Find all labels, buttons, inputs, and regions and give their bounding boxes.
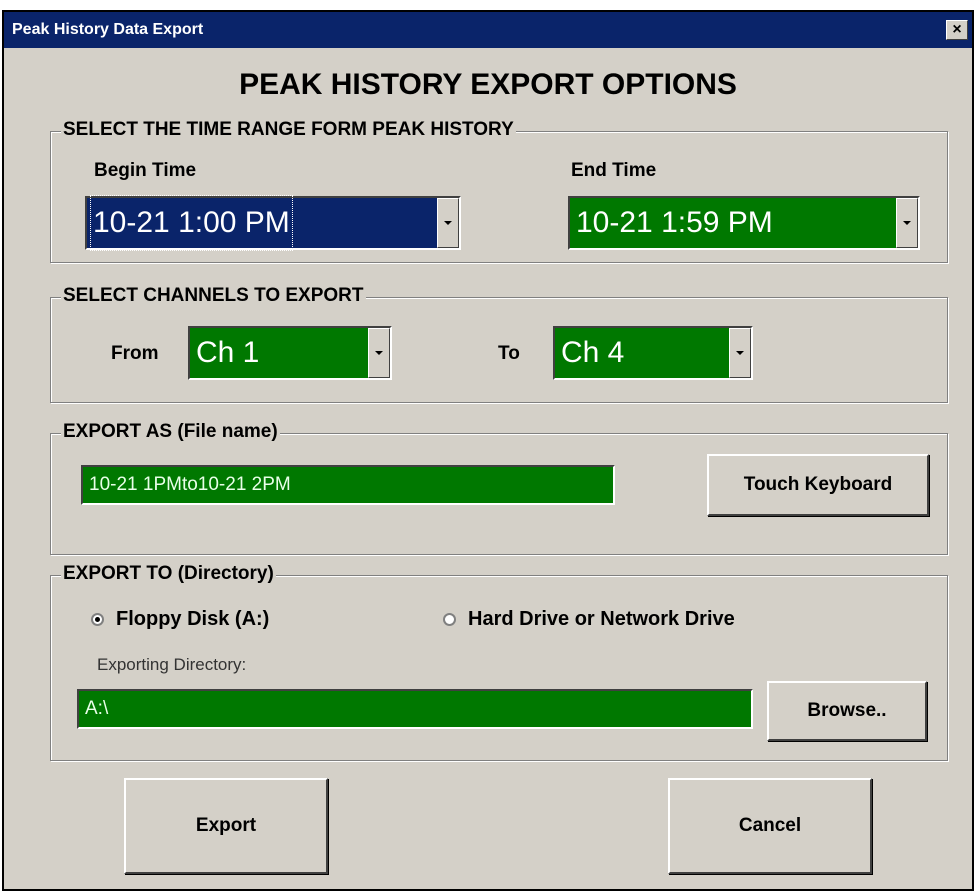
hard-drive-option[interactable]: Hard Drive or Network Drive <box>443 608 735 631</box>
to-channel-select[interactable]: Ch 4 <box>553 326 753 380</box>
from-channel-value: Ch 1 <box>196 336 260 369</box>
to-channel-value: Ch 4 <box>561 336 625 369</box>
begin-time-value: 10-21 1:00 PM <box>90 195 293 251</box>
cancel-button[interactable]: Cancel <box>668 778 872 874</box>
time-range-group-label: SELECT THE TIME RANGE FORM PEAK HISTORY <box>61 119 516 141</box>
end-time-dropdown-button[interactable] <box>896 198 918 248</box>
end-time-select[interactable]: 10-21 1:59 PM <box>568 196 920 250</box>
window-title: Peak History Data Export <box>12 21 204 38</box>
from-channel-dropdown-button[interactable] <box>368 328 390 378</box>
export-to-group: EXPORT TO (Directory) Floppy Disk (A:) H… <box>50 563 948 761</box>
browse-button[interactable]: Browse.. <box>767 681 927 741</box>
begin-time-select[interactable]: 10-21 1:00 PM <box>85 195 461 251</box>
to-label: To <box>498 343 520 364</box>
chevron-down-icon <box>444 221 452 225</box>
file-name-input[interactable]: 10-21 1PMto10-21 2PM <box>81 465 615 505</box>
from-label: From <box>111 343 159 364</box>
end-time-label: End Time <box>571 160 657 181</box>
hard-drive-label: Hard Drive or Network Drive <box>468 608 735 630</box>
channels-group-label: SELECT CHANNELS TO EXPORT <box>61 285 366 307</box>
floppy-disk-label: Floppy Disk (A:) <box>116 608 270 630</box>
time-range-group: SELECT THE TIME RANGE FORM PEAK HISTORY … <box>50 119 948 263</box>
exporting-directory-label: Exporting Directory: <box>97 655 247 674</box>
channels-group: SELECT CHANNELS TO EXPORT From Ch 1 To C… <box>50 285 948 403</box>
touch-keyboard-button[interactable]: Touch Keyboard <box>707 454 929 516</box>
radio-selected-dot <box>95 617 100 622</box>
title-bar[interactable]: Peak History Data Export × <box>4 12 972 48</box>
export-button[interactable]: Export <box>124 778 328 874</box>
export-dialog: Peak History Data Export × PEAK HISTORY … <box>2 10 974 891</box>
end-time-value: 10-21 1:59 PM <box>576 206 773 239</box>
to-channel-dropdown-button[interactable] <box>729 328 751 378</box>
export-as-group-label: EXPORT AS (File name) <box>61 421 280 443</box>
floppy-disk-option[interactable]: Floppy Disk (A:) <box>91 608 269 631</box>
radio-icon[interactable] <box>443 613 456 626</box>
radio-icon[interactable] <box>91 613 104 626</box>
export-to-group-label: EXPORT TO (Directory) <box>61 563 276 585</box>
begin-time-dropdown-button[interactable] <box>437 198 459 248</box>
from-channel-select[interactable]: Ch 1 <box>188 326 392 380</box>
chevron-down-icon <box>736 351 744 355</box>
close-button[interactable]: × <box>946 20 968 40</box>
close-icon: × <box>952 21 962 38</box>
page-title: PEAK HISTORY EXPORT OPTIONS <box>239 68 737 101</box>
chevron-down-icon <box>903 221 911 225</box>
begin-time-label: Begin Time <box>94 160 197 181</box>
chevron-down-icon <box>375 351 383 355</box>
export-as-group: EXPORT AS (File name) 10-21 1PMto10-21 2… <box>50 421 948 555</box>
directory-input[interactable]: A:\ <box>77 689 753 729</box>
